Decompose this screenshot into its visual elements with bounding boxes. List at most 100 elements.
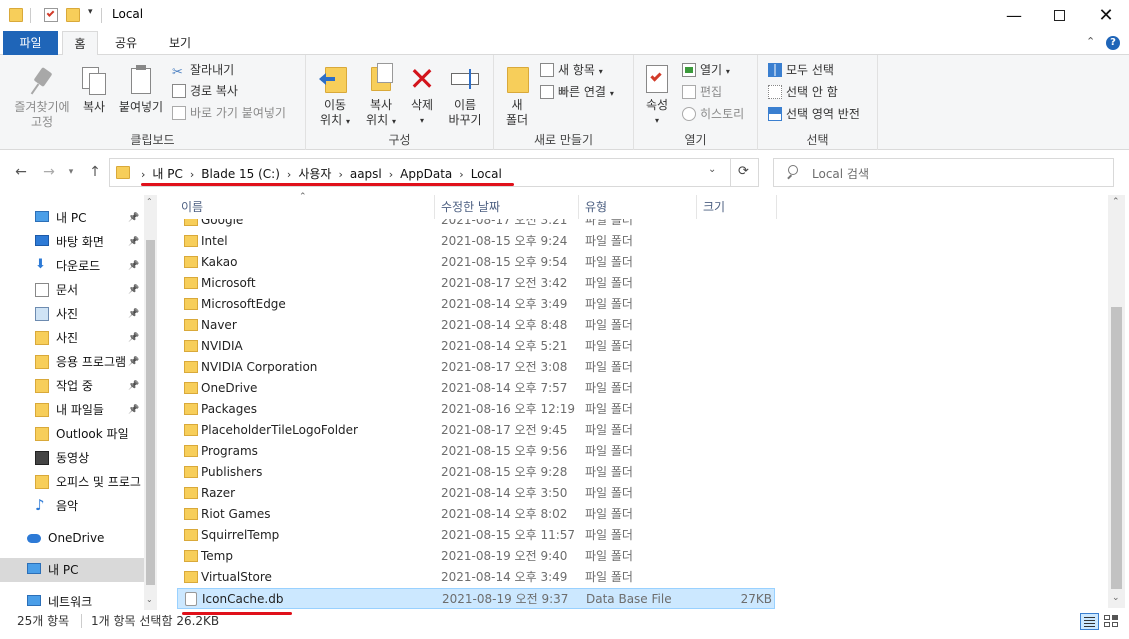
sidebar-item[interactable]: 바탕 화면 📌 [0, 230, 144, 254]
paste-shortcut-button[interactable]: 바로 가기 붙여넣기 [172, 103, 286, 123]
quick-access-dropdown-icon[interactable]: ▾ [88, 7, 93, 17]
sidebar-item[interactable]: 내 PC 📌 [0, 206, 144, 230]
scroll-up-icon[interactable]: ⌃ [1112, 197, 1120, 207]
large-icons-view-icon[interactable] [1103, 614, 1119, 629]
back-arrow-icon[interactable]: ← [10, 160, 32, 184]
table-row[interactable]: Naver 2021-08-14 오후 8:48 파일 폴더 [177, 315, 775, 336]
forward-arrow-icon[interactable]: → [38, 160, 60, 184]
table-row[interactable]: Kakao 2021-08-15 오후 9:54 파일 폴더 [177, 252, 775, 273]
table-row[interactable]: SquirrelTemp 2021-08-15 오후 11:57 파일 폴더 [177, 525, 775, 546]
recent-locations-icon[interactable]: ▾ [60, 160, 82, 184]
select-none-button[interactable]: 선택 안 함 [768, 82, 838, 102]
breadcrumb-this-pc[interactable]: 내 PC [150, 165, 184, 182]
tab-view[interactable]: 보기 [160, 31, 200, 55]
table-row[interactable]: Temp 2021-08-19 오전 9:40 파일 폴더 [177, 546, 775, 567]
table-row[interactable]: Packages 2021-08-16 오후 12:19 파일 폴더 [177, 399, 775, 420]
breadcrumb-users[interactable]: 사용자 [296, 165, 333, 182]
pin-quick-access-button[interactable]: 즐겨찾기에 고정 [4, 65, 80, 130]
table-row[interactable]: MicrosoftEdge 2021-08-14 오후 3:49 파일 폴더 [177, 294, 775, 315]
column-size[interactable]: 크기 [697, 195, 777, 219]
sidebar-item[interactable]: ♪ 음악 [0, 494, 144, 518]
properties-button[interactable]: 속성 ▾ [640, 63, 674, 128]
tab-share[interactable]: 공유 [106, 31, 146, 55]
cut-button[interactable]: ✂ 잘라내기 [172, 60, 234, 80]
nav-scrollbar[interactable]: ⌃ ⌄ [144, 195, 157, 610]
table-row[interactable]: NVIDIA Corporation 2021-08-17 오전 3:08 파일 폴… [177, 357, 775, 378]
scroll-thumb[interactable] [1111, 307, 1122, 589]
easy-access-button[interactable]: 빠른 연결 ▾ [540, 82, 614, 102]
tab-home[interactable]: 홈 [62, 31, 98, 56]
edit-button[interactable]: 편집 [682, 82, 722, 102]
sidebar-item[interactable]: 작업 중 📌 [0, 374, 144, 398]
scroll-down-icon[interactable]: ⌄ [146, 595, 153, 604]
scroll-thumb[interactable] [146, 240, 155, 585]
delete-button[interactable]: ✕ 삭제 ▾ [404, 63, 440, 128]
table-row[interactable]: Razer 2021-08-14 오후 3:50 파일 폴더 [177, 483, 775, 504]
sidebar-item[interactable]: 사진 📌 [0, 326, 144, 350]
column-type[interactable]: 유형 [579, 195, 697, 219]
collapse-ribbon-icon[interactable]: ⌃ [1086, 35, 1095, 48]
sidebar-item[interactable]: 사진 📌 [0, 302, 144, 326]
breadcrumb-separator-icon[interactable]: › [384, 168, 398, 181]
maximize-icon[interactable] [1037, 0, 1083, 31]
select-all-button[interactable]: 모두 선택 [768, 60, 834, 80]
details-view-icon[interactable] [1080, 613, 1099, 630]
help-icon[interactable]: ? [1106, 36, 1120, 50]
refresh-icon[interactable]: ⟳ [738, 164, 749, 179]
sidebar-item[interactable]: 내 PC [0, 558, 144, 582]
close-icon[interactable]: ✕ [1083, 0, 1129, 31]
sidebar-item[interactable]: 네트워크 [0, 590, 144, 614]
breadcrumb-separator-icon[interactable]: › [282, 168, 296, 181]
new-folder-button[interactable]: 새 폴더 [500, 63, 534, 128]
file-name: VirtualStore [201, 570, 272, 584]
sidebar-item[interactable]: 문서 📌 [0, 278, 144, 302]
invert-selection-button[interactable]: 선택 영역 반전 [768, 104, 860, 124]
paste-button[interactable]: 붙여넣기 [116, 65, 166, 115]
sidebar-item[interactable]: Outlook 파일 [0, 422, 144, 446]
table-row[interactable]: Google 2021-08-17 오전 3:21 파일 폴더 [177, 219, 775, 231]
new-item-button[interactable]: 새 항목 ▾ [540, 60, 603, 80]
table-row[interactable]: OneDrive 2021-08-14 오후 7:57 파일 폴더 [177, 378, 775, 399]
table-row[interactable]: Microsoft 2021-08-17 오전 3:42 파일 폴더 [177, 273, 775, 294]
minimize-icon[interactable]: — [991, 0, 1037, 31]
sidebar-item[interactable]: 응용 프로그램 📌 [0, 350, 144, 374]
breadcrumb-separator-icon[interactable]: › [333, 168, 347, 181]
breadcrumb-user[interactable]: aapsl [348, 167, 384, 181]
sidebar-item[interactable]: 동영상 [0, 446, 144, 470]
sidebar-item[interactable]: 내 파일들 📌 [0, 398, 144, 422]
history-button[interactable]: 히스토리 [682, 104, 744, 124]
scroll-up-icon[interactable]: ⌃ [146, 197, 153, 206]
breadcrumb-separator-icon[interactable]: › [185, 168, 199, 181]
file-list-scrollbar[interactable]: ⌃ ⌄ [1108, 195, 1125, 608]
copy-button[interactable]: 복사 [76, 65, 112, 115]
table-row[interactable]: Intel 2021-08-15 오후 9:24 파일 폴더 [177, 231, 775, 252]
table-row[interactable]: Riot Games 2021-08-14 오후 8:02 파일 폴더 [177, 504, 775, 525]
breadcrumb-appdata[interactable]: AppData [398, 167, 454, 181]
open-button[interactable]: 열기 ▾ [682, 60, 730, 80]
tab-file[interactable]: 파일 [3, 31, 58, 55]
address-dropdown-icon[interactable]: ⌄ [708, 164, 716, 175]
copy-path-button[interactable]: 경로 복사 [172, 81, 238, 101]
up-arrow-icon[interactable]: ↑ [84, 160, 106, 184]
sidebar-item[interactable]: OneDrive [0, 526, 144, 550]
column-name[interactable]: 이름 [175, 195, 435, 219]
rename-button[interactable]: 이름 바꾸기 [442, 63, 488, 128]
table-row[interactable]: PlaceholderTileLogoFolder 2021-08-17 오전 9… [177, 420, 775, 441]
table-row[interactable]: NVIDIA 2021-08-14 오후 5:21 파일 폴더 [177, 336, 775, 357]
scroll-down-icon[interactable]: ⌄ [1112, 593, 1120, 603]
table-row[interactable]: VirtualStore 2021-08-14 오후 3:49 파일 폴더 [177, 567, 775, 588]
table-row[interactable]: Publishers 2021-08-15 오후 9:28 파일 폴더 [177, 462, 775, 483]
copy-to-button[interactable]: 복사 위치 ▾ [358, 63, 404, 129]
breadcrumb-local[interactable]: Local [469, 167, 504, 181]
breadcrumb-separator-icon[interactable]: › [454, 168, 468, 181]
column-date-modified[interactable]: 수정한 날짜 [435, 195, 579, 219]
move-to-button[interactable]: 이동 위치 ▾ [312, 63, 358, 129]
table-row[interactable]: Programs 2021-08-15 오후 9:56 파일 폴더 [177, 441, 775, 462]
sidebar-item[interactable]: ⬇ 다운로드 📌 [0, 254, 144, 278]
breadcrumb-drive[interactable]: Blade 15 (C:) [199, 167, 282, 181]
new-folder-icon[interactable] [66, 8, 80, 22]
search-box[interactable]: Local 검색 [773, 158, 1114, 187]
properties-check-icon[interactable] [44, 8, 58, 22]
table-row[interactable]: IconCache.db 2021-08-19 오전 9:37 Data Base … [177, 588, 775, 609]
sidebar-item[interactable]: 오피스 및 프로그 [0, 470, 144, 494]
